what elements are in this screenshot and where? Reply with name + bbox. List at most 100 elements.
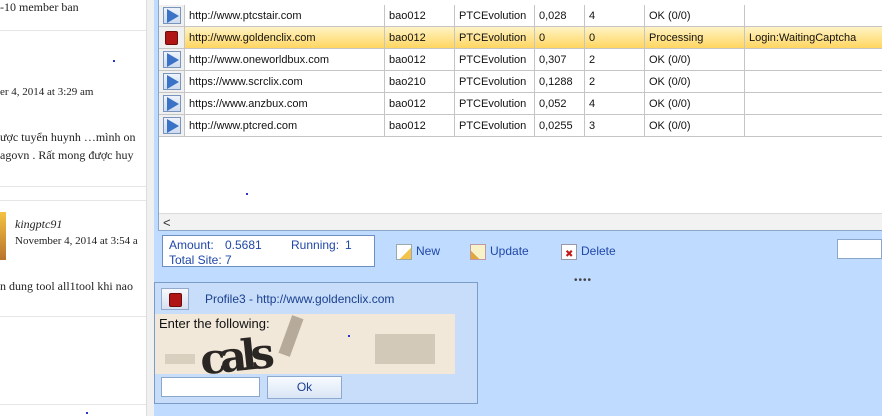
running-label: Running: (291, 238, 340, 252)
update-button[interactable]: Update (470, 242, 529, 260)
url-cell: http://www.ptcstair.com (185, 5, 385, 27)
play-button[interactable] (159, 5, 185, 27)
amount-cell: 0 (535, 27, 585, 49)
play-button-frame (163, 51, 181, 68)
status-cell: OK (0/0) (645, 71, 745, 93)
table-row[interactable]: http://www.ptcstair.com bao012 PTCEvolutio… (159, 5, 882, 27)
info-cell (745, 115, 882, 137)
info-cell (745, 71, 882, 93)
comment-date: er 4, 2014 at 3:29 am (0, 86, 94, 98)
horizontal-scrollbar[interactable]: < (159, 213, 882, 230)
count-cell: 2 (585, 71, 645, 93)
splitter-grip-icon[interactable]: •••• (574, 275, 592, 286)
status-cell: OK (0/0) (645, 5, 745, 27)
noise-dot (348, 335, 350, 337)
captcha-noise (278, 315, 304, 357)
divider (0, 404, 150, 405)
captcha-input[interactable] (161, 377, 260, 397)
total-site-label: Total Site: (169, 253, 222, 267)
comment-date: November 4, 2014 at 3:54 a (15, 235, 138, 247)
stop-icon (169, 293, 182, 307)
comment-author-link[interactable]: kingptc91 (15, 217, 62, 232)
url-cell: http://www.oneworldbux.com (185, 49, 385, 71)
ok-button[interactable]: Ok (267, 376, 342, 399)
new-button[interactable]: New (396, 242, 440, 260)
amount-cell: 0,307 (535, 49, 585, 71)
status-cell: OK (0/0) (645, 49, 745, 71)
new-document-icon (396, 243, 412, 260)
script-cell: PTCEvolution (455, 49, 535, 71)
captcha-prompt: Enter the following: (159, 316, 270, 331)
status-cell: OK (0/0) (645, 115, 745, 137)
amount-value: 0.5681 (225, 238, 262, 252)
user-cell: bao012 (385, 27, 455, 49)
amount-cell: 0,1288 (535, 71, 585, 93)
scroll-left-arrow-icon[interactable]: < (163, 214, 171, 230)
script-cell: PTCEvolution (455, 93, 535, 115)
count-cell: 2 (585, 49, 645, 71)
play-button-frame (163, 7, 181, 24)
play-button-frame (163, 117, 181, 134)
play-button[interactable] (159, 115, 185, 137)
noise-dot (246, 193, 248, 195)
table-row[interactable]: https://www.anzbux.com bao012 PTCEvolution… (159, 93, 882, 115)
amount-cell: 0,052 (535, 93, 585, 115)
captcha-window: Profile3 - http://www.goldenclix.com cal… (154, 282, 478, 404)
user-cell: bao012 (385, 49, 455, 71)
captcha-glyphs: cals (197, 328, 271, 374)
divider (0, 200, 150, 201)
play-button[interactable] (159, 71, 185, 93)
info-cell (745, 93, 882, 115)
table-row[interactable]: http://www.goldenclix.com bao012 PTCEvolut… (159, 27, 882, 49)
count-cell: 0 (585, 27, 645, 49)
script-cell: PTCEvolution (455, 71, 535, 93)
info-cell (745, 5, 882, 27)
captcha-noise (165, 354, 195, 364)
play-button[interactable] (159, 93, 185, 115)
delete-button[interactable]: Delete (561, 242, 616, 264)
avatar (0, 212, 6, 260)
play-icon (167, 53, 179, 67)
toolbar-input[interactable] (837, 239, 882, 259)
amount-cell: 0,028 (535, 5, 585, 27)
captcha-window-title: Profile3 - http://www.goldenclix.com (205, 292, 395, 306)
captcha-noise (375, 334, 435, 364)
status-cell: OK (0/0) (645, 93, 745, 115)
user-cell: bao012 (385, 115, 455, 137)
divider (0, 186, 150, 187)
script-cell: PTCEvolution (455, 115, 535, 137)
user-cell: bao012 (385, 93, 455, 115)
table-row[interactable]: http://www.oneworldbux.com bao012 PTCEvolu… (159, 49, 882, 71)
play-button-frame (163, 73, 181, 90)
blog-text-line: -10 member ban (0, 0, 79, 14)
script-cell: PTCEvolution (455, 5, 535, 27)
stop-icon (165, 31, 178, 45)
play-icon (167, 119, 179, 133)
count-cell: 4 (585, 5, 645, 27)
play-icon (167, 75, 179, 89)
url-cell: http://www.goldenclix.com (185, 27, 385, 49)
amount-label: Amount: (169, 238, 214, 252)
sites-grid: http://www.ptcstair.com bao012 PTCEvolutio… (158, 0, 882, 231)
user-cell: bao210 (385, 71, 455, 93)
comment-text: n dung tool all1tool khi nao (0, 279, 133, 293)
table-row[interactable]: https://www.scrclix.com bao210 PTCEvolutio… (159, 71, 882, 93)
play-icon (167, 9, 179, 23)
comment-text: agovn . Rất mong được huy (0, 148, 134, 162)
status-cell: Processing (645, 27, 745, 49)
new-button-label: New (416, 244, 441, 258)
amount-cell: 0,0255 (535, 115, 585, 137)
update-button-label: Update (490, 244, 529, 258)
pencil-edit-icon (470, 243, 486, 260)
count-cell: 4 (585, 93, 645, 115)
info-cell: Login:WaitingCaptcha (745, 27, 882, 49)
play-button[interactable] (159, 49, 185, 71)
bot-application-window: http://www.ptcstair.com bao012 PTCEvolutio… (154, 0, 882, 416)
table-row[interactable]: http://www.ptcred.com bao012 PTCEvolution 0… (159, 115, 882, 137)
stop-button[interactable] (161, 288, 189, 310)
script-cell: PTCEvolution (455, 27, 535, 49)
blog-comment-panel: -10 member ban er 4, 2014 at 3:29 am ược… (0, 0, 150, 416)
running-value: 1 (345, 238, 352, 252)
play-icon (167, 97, 179, 111)
stop-button[interactable] (159, 27, 185, 49)
